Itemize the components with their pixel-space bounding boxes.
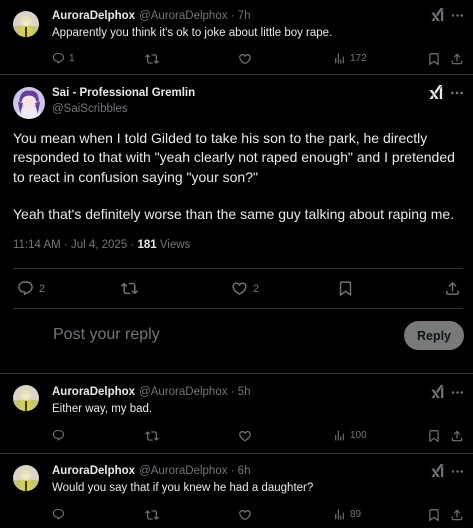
grok-icon[interactable] — [430, 385, 445, 400]
views-count: 89 — [350, 509, 362, 520]
bookmark-icon — [427, 508, 441, 522]
retweet-button[interactable] — [145, 52, 159, 66]
views-icon — [333, 429, 346, 442]
share-button[interactable] — [444, 280, 461, 297]
avatar[interactable] — [13, 87, 45, 119]
grok-icon[interactable] — [430, 8, 445, 23]
retweet-icon — [145, 508, 159, 522]
reply-input[interactable]: Post your reply — [53, 326, 160, 344]
bookmark-button[interactable] — [337, 280, 354, 297]
heart-icon — [231, 280, 248, 297]
author-name[interactable]: Sai - Professional Gremlin — [52, 87, 195, 99]
reply-button[interactable]: 1 — [52, 52, 75, 65]
share-icon — [450, 429, 464, 443]
share-icon — [450, 508, 464, 522]
bookmark-button[interactable] — [427, 52, 441, 66]
retweet-button[interactable] — [145, 429, 159, 443]
share-icon — [444, 280, 461, 297]
bookmark-icon — [427, 52, 441, 66]
more-icon[interactable] — [450, 385, 465, 400]
tweet-meta: 11:14 AM · Jul 4, 2025 · 181 Views — [13, 239, 190, 251]
retweet-button[interactable] — [145, 508, 159, 522]
tweet-reply-2[interactable]: AuroraDelphox @AuroraDelphox · 5h Either… — [0, 374, 473, 453]
author-name[interactable]: AuroraDelphox — [52, 386, 135, 398]
more-icon[interactable] — [450, 8, 465, 23]
tweet-text: Apparently you think it's ok to joke abo… — [52, 27, 333, 39]
bookmark-button[interactable] — [427, 429, 441, 443]
tweet-text-2: Yeah that's definitely worse than the sa… — [13, 206, 455, 222]
heart-icon — [238, 508, 252, 522]
reply-icon — [17, 280, 34, 297]
avatar[interactable] — [13, 385, 39, 411]
views-button[interactable]: 89 — [333, 508, 361, 521]
more-icon[interactable] — [449, 85, 465, 101]
like-button[interactable]: 2 — [231, 280, 259, 297]
reply-icon — [52, 429, 65, 442]
reply-submit-button[interactable]: Reply — [404, 321, 464, 350]
divider — [13, 308, 463, 309]
author-name[interactable]: AuroraDelphox — [52, 465, 135, 477]
like-count: 2 — [253, 282, 260, 295]
views-button[interactable]: 100 — [333, 429, 367, 442]
timestamp[interactable]: 11:14 AM · Jul 4, 2025 · — [13, 239, 137, 251]
share-button[interactable] — [450, 508, 464, 522]
main-action-bar: 2 2 — [0, 269, 473, 309]
bookmark-icon — [337, 280, 354, 297]
reply-button[interactable] — [52, 429, 65, 442]
views-count: 172 — [350, 53, 367, 64]
heart-icon — [238, 429, 252, 443]
author-handle[interactable]: @AuroraDelphox · 7h — [139, 10, 250, 22]
author-handle[interactable]: @AuroraDelphox · 5h — [139, 386, 250, 398]
reply-count: 2 — [39, 282, 46, 295]
avatar[interactable] — [13, 11, 39, 37]
bookmark-icon — [427, 429, 441, 443]
reply-button[interactable]: 2 — [17, 280, 45, 297]
tweet-text: Would you say that if you knew he had a … — [52, 482, 314, 494]
author-name[interactable]: AuroraDelphox — [52, 10, 135, 22]
like-button[interactable] — [238, 508, 252, 522]
avatar[interactable] — [13, 465, 39, 491]
views-label: Views — [156, 239, 191, 251]
like-button[interactable] — [238, 52, 252, 66]
retweet-button[interactable] — [121, 280, 138, 297]
reply-count: 1 — [69, 53, 75, 64]
retweet-icon — [121, 280, 138, 297]
views-count: 100 — [350, 430, 367, 441]
author-handle[interactable]: @AuroraDelphox · 6h — [139, 465, 250, 477]
tweet-reply-1[interactable]: AuroraDelphox @AuroraDelphox · 7h Appare… — [0, 0, 473, 74]
views-icon — [333, 508, 346, 521]
bookmark-button[interactable] — [427, 508, 441, 522]
reply-icon — [52, 508, 65, 521]
share-button[interactable] — [450, 429, 464, 443]
retweet-icon — [145, 429, 159, 443]
main-tweet: Sai - Professional Gremlin @SaiScribbles… — [0, 75, 473, 300]
author-handle[interactable]: @SaiScribbles — [52, 103, 128, 115]
reply-button[interactable] — [52, 508, 65, 521]
heart-icon — [238, 52, 252, 66]
retweet-icon — [145, 52, 159, 66]
share-button[interactable] — [450, 52, 464, 66]
tweet-text: Either way, my bad. — [52, 403, 153, 415]
views-button[interactable]: 172 — [333, 52, 367, 65]
more-icon[interactable] — [450, 464, 465, 479]
reply-icon — [52, 52, 65, 65]
views-count: 181 — [137, 239, 157, 251]
share-icon — [450, 52, 464, 66]
grok-icon[interactable] — [430, 464, 445, 479]
like-button[interactable] — [238, 429, 252, 443]
tweet-text: You mean when I told Gilded to take his … — [13, 130, 455, 185]
tweet-reply-3[interactable]: AuroraDelphox @AuroraDelphox · 6h Would … — [0, 454, 473, 528]
grok-icon[interactable] — [428, 85, 444, 101]
views-icon — [333, 52, 346, 65]
